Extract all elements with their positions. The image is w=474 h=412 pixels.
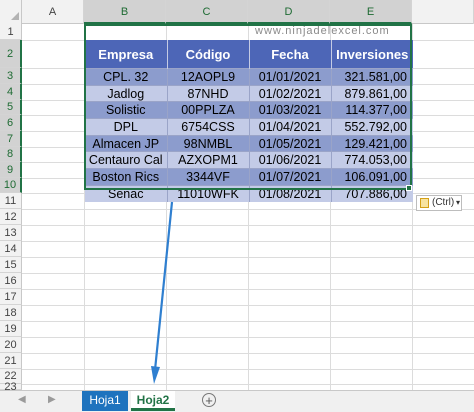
sheet-tab-hoja1[interactable]: Hoja1 bbox=[82, 391, 128, 411]
selection-range-border bbox=[84, 24, 412, 190]
row-header-9[interactable]: 9 bbox=[0, 162, 22, 178]
row-header-15[interactable]: 15 bbox=[0, 257, 22, 273]
paste-options-button[interactable]: (Ctrl) ▾ bbox=[416, 195, 462, 211]
row-header-2[interactable]: 2 bbox=[0, 40, 22, 68]
chevron-down-icon: ▾ bbox=[456, 198, 461, 207]
column-header-e[interactable]: E bbox=[330, 0, 412, 24]
row-header-5[interactable]: 5 bbox=[0, 100, 22, 115]
row-header-17[interactable]: 17 bbox=[0, 289, 22, 305]
row-header-1[interactable]: 1 bbox=[0, 24, 22, 40]
paste-options-label: (Ctrl) bbox=[432, 197, 455, 208]
sheet-tab-hoja2[interactable]: Hoja2 bbox=[131, 391, 175, 411]
add-sheet-icon[interactable]: + bbox=[202, 393, 216, 407]
row-header-8[interactable]: 8 bbox=[0, 147, 22, 162]
column-header-b[interactable]: B bbox=[84, 0, 166, 24]
row-header-21[interactable]: 21 bbox=[0, 353, 22, 369]
select-all-triangle-icon bbox=[11, 12, 19, 20]
sheet-tab-bar: ◀ ▶ Hoja1 Hoja2 + bbox=[0, 390, 474, 412]
row-header-12[interactable]: 12 bbox=[0, 209, 22, 225]
row-header-7[interactable]: 7 bbox=[0, 131, 22, 147]
row-header-13[interactable]: 13 bbox=[0, 225, 22, 241]
row-header-18[interactable]: 18 bbox=[0, 305, 22, 321]
row-header-20[interactable]: 20 bbox=[0, 337, 22, 353]
row-header-6[interactable]: 6 bbox=[0, 115, 22, 131]
row-header-19[interactable]: 19 bbox=[0, 321, 22, 337]
scroll-left-icon[interactable]: ◀ bbox=[18, 394, 26, 405]
column-header-a[interactable]: A bbox=[22, 0, 84, 24]
clipboard-icon bbox=[420, 198, 429, 208]
column-header-f[interactable] bbox=[412, 0, 474, 24]
row-header-14[interactable]: 14 bbox=[0, 241, 22, 257]
column-header-c[interactable]: C bbox=[166, 0, 248, 24]
row-header-11[interactable]: 11 bbox=[0, 193, 22, 209]
column-header-d[interactable]: D bbox=[248, 0, 330, 24]
fill-handle[interactable] bbox=[406, 185, 412, 191]
scroll-right-icon[interactable]: ▶ bbox=[48, 394, 56, 405]
row-header-4[interactable]: 4 bbox=[0, 84, 22, 100]
row-header-10[interactable]: 10 bbox=[0, 178, 22, 193]
row-header-3[interactable]: 3 bbox=[0, 68, 22, 84]
row-header-16[interactable]: 16 bbox=[0, 273, 22, 289]
